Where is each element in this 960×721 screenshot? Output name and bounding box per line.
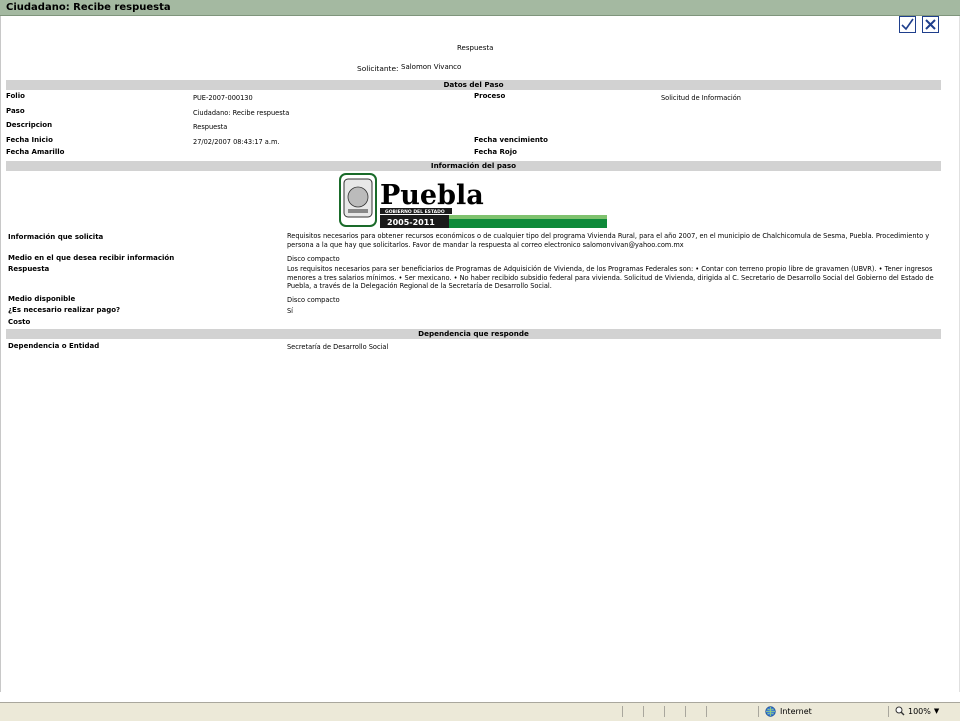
browser-statusbar: Internet 100% ▼	[0, 702, 960, 721]
descripcion-label: Descripcion	[6, 121, 53, 129]
status-divider	[758, 706, 759, 717]
chevron-down-icon: ▼	[933, 707, 940, 715]
fecha-rojo-label: Fecha Rojo	[474, 148, 517, 156]
info-solicita-value: Requisitos necesarios para obtener recur…	[287, 232, 930, 249]
medio-disponible-label: Medio disponible	[8, 295, 76, 303]
status-divider	[643, 706, 644, 717]
accept-button[interactable]	[899, 16, 916, 33]
medio-recibir-value: Disco compacto	[287, 255, 340, 263]
status-divider	[664, 706, 665, 717]
window-titlebar: Ciudadano: Recibe respuesta	[0, 0, 960, 16]
folio-value: PUE-2007-000130	[193, 94, 253, 102]
dependencia-label: Dependencia o Entidad	[8, 342, 100, 350]
zoom-control[interactable]: 100% ▼	[895, 706, 939, 716]
globe-icon	[765, 706, 776, 717]
fecha-amarillo-label: Fecha Amarillo	[6, 148, 65, 156]
status-divider	[706, 706, 707, 717]
proceso-label: Proceso	[474, 92, 506, 100]
medio-disponible-value: Disco compacto	[287, 296, 340, 304]
zone-label: Internet	[780, 707, 812, 716]
logo-name: Puebla	[380, 180, 484, 211]
respuesta-value: Los requisitos necesarios para ser benef…	[287, 265, 934, 291]
datos-paso-header: Datos del Paso	[6, 80, 941, 90]
logo-subtitle: GOBIERNO DEL ESTADO	[385, 209, 445, 215]
pago-value: Sí	[287, 307, 294, 315]
magnifier-icon	[895, 706, 905, 716]
respuesta-label: Respuesta	[8, 265, 50, 273]
folio-label: Folio	[6, 92, 25, 100]
cancel-button[interactable]	[922, 16, 939, 33]
left-border	[0, 16, 1, 692]
status-divider	[685, 706, 686, 717]
dependencia-header: Dependencia que responde	[6, 329, 941, 339]
medio-recibir-label: Medio en el que desea recibir informació…	[8, 254, 175, 262]
zoom-label: 100%	[908, 706, 931, 716]
solicitante-label: Solicitante:	[357, 64, 399, 73]
informacion-paso-header: Información del paso	[6, 161, 941, 171]
security-zone[interactable]: Internet	[765, 706, 812, 717]
pago-label: ¿Es necesario realizar pago?	[8, 306, 121, 314]
window-title: Ciudadano: Recibe respuesta	[6, 2, 171, 13]
checkmark-icon	[901, 18, 914, 31]
fecha-inicio-label: Fecha Inicio	[6, 136, 53, 144]
paso-label: Paso	[6, 107, 25, 115]
logo-years: 2005-2011	[387, 218, 435, 227]
proceso-value: Solicitud de Información	[661, 94, 741, 102]
status-divider	[888, 706, 889, 717]
puebla-logo: Puebla GOBIERNO DEL ESTADO 2005-2011	[339, 173, 609, 229]
status-divider	[622, 706, 623, 717]
close-x-icon	[925, 19, 936, 30]
fecha-inicio-value: 27/02/2007 08:43:17 a.m.	[193, 138, 280, 146]
fecha-vencimiento-label: Fecha vencimiento	[474, 136, 548, 144]
descripcion-value: Respuesta	[193, 123, 228, 131]
dependencia-value: Secretaría de Desarrollo Social	[287, 343, 389, 351]
costo-label: Costo	[8, 318, 31, 326]
respuesta-heading: Respuesta	[457, 44, 494, 52]
info-solicita-label: Información que solicita	[8, 233, 104, 241]
paso-value: Ciudadano: Recibe respuesta	[193, 109, 290, 117]
solicitante-value: Salomon Vivanco	[401, 63, 462, 71]
